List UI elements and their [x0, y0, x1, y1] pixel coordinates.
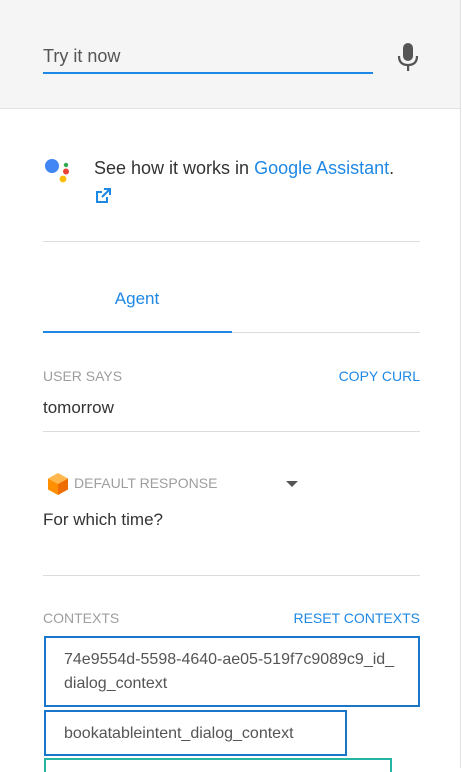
default-response-value: For which time?: [43, 510, 163, 529]
microphone-icon[interactable]: [396, 42, 420, 72]
context-chip-label: bookatableintent_dialog_context: [64, 725, 294, 742]
assistant-promo-prefix: See how it works in: [94, 158, 255, 178]
context-chip[interactable]: 74e9554d-5598-4640-ae05-519f7c9089c9_id_…: [44, 636, 420, 707]
external-link-icon[interactable]: [94, 187, 112, 205]
reset-contexts-button[interactable]: RESET CONTEXTS: [293, 610, 420, 626]
context-chip-partial[interactable]: [44, 758, 392, 772]
assistant-promo-suffix: .: [389, 158, 395, 178]
context-chip-label: 74e9554d-5598-4640-ae05-519f7c9089c9_id_…: [64, 651, 395, 692]
contexts-label: CONTEXTS: [43, 610, 120, 626]
tab-agent[interactable]: Agent: [43, 285, 231, 332]
try-it-input[interactable]: [43, 40, 373, 74]
user-says-value: tomorrow: [43, 398, 114, 417]
google-assistant-link[interactable]: Google Assistant: [254, 158, 389, 178]
divider: [43, 575, 420, 576]
default-response-label: DEFAULT RESPONSE: [74, 475, 218, 491]
chevron-down-icon[interactable]: [285, 480, 299, 488]
try-it-bar: [0, 0, 461, 109]
tab-agent-active-indicator: [43, 331, 232, 333]
user-says-label: USER SAYS: [43, 368, 123, 384]
divider: [43, 241, 420, 242]
copy-curl-button[interactable]: COPY CURL: [339, 368, 420, 384]
google-assistant-icon: [45, 159, 69, 183]
dialogflow-cube-icon: [48, 473, 68, 495]
assistant-promo-text: See how it works in Google Assistant.: [94, 158, 394, 179]
context-chip[interactable]: bookatableintent_dialog_context: [44, 710, 347, 756]
divider: [43, 431, 420, 432]
